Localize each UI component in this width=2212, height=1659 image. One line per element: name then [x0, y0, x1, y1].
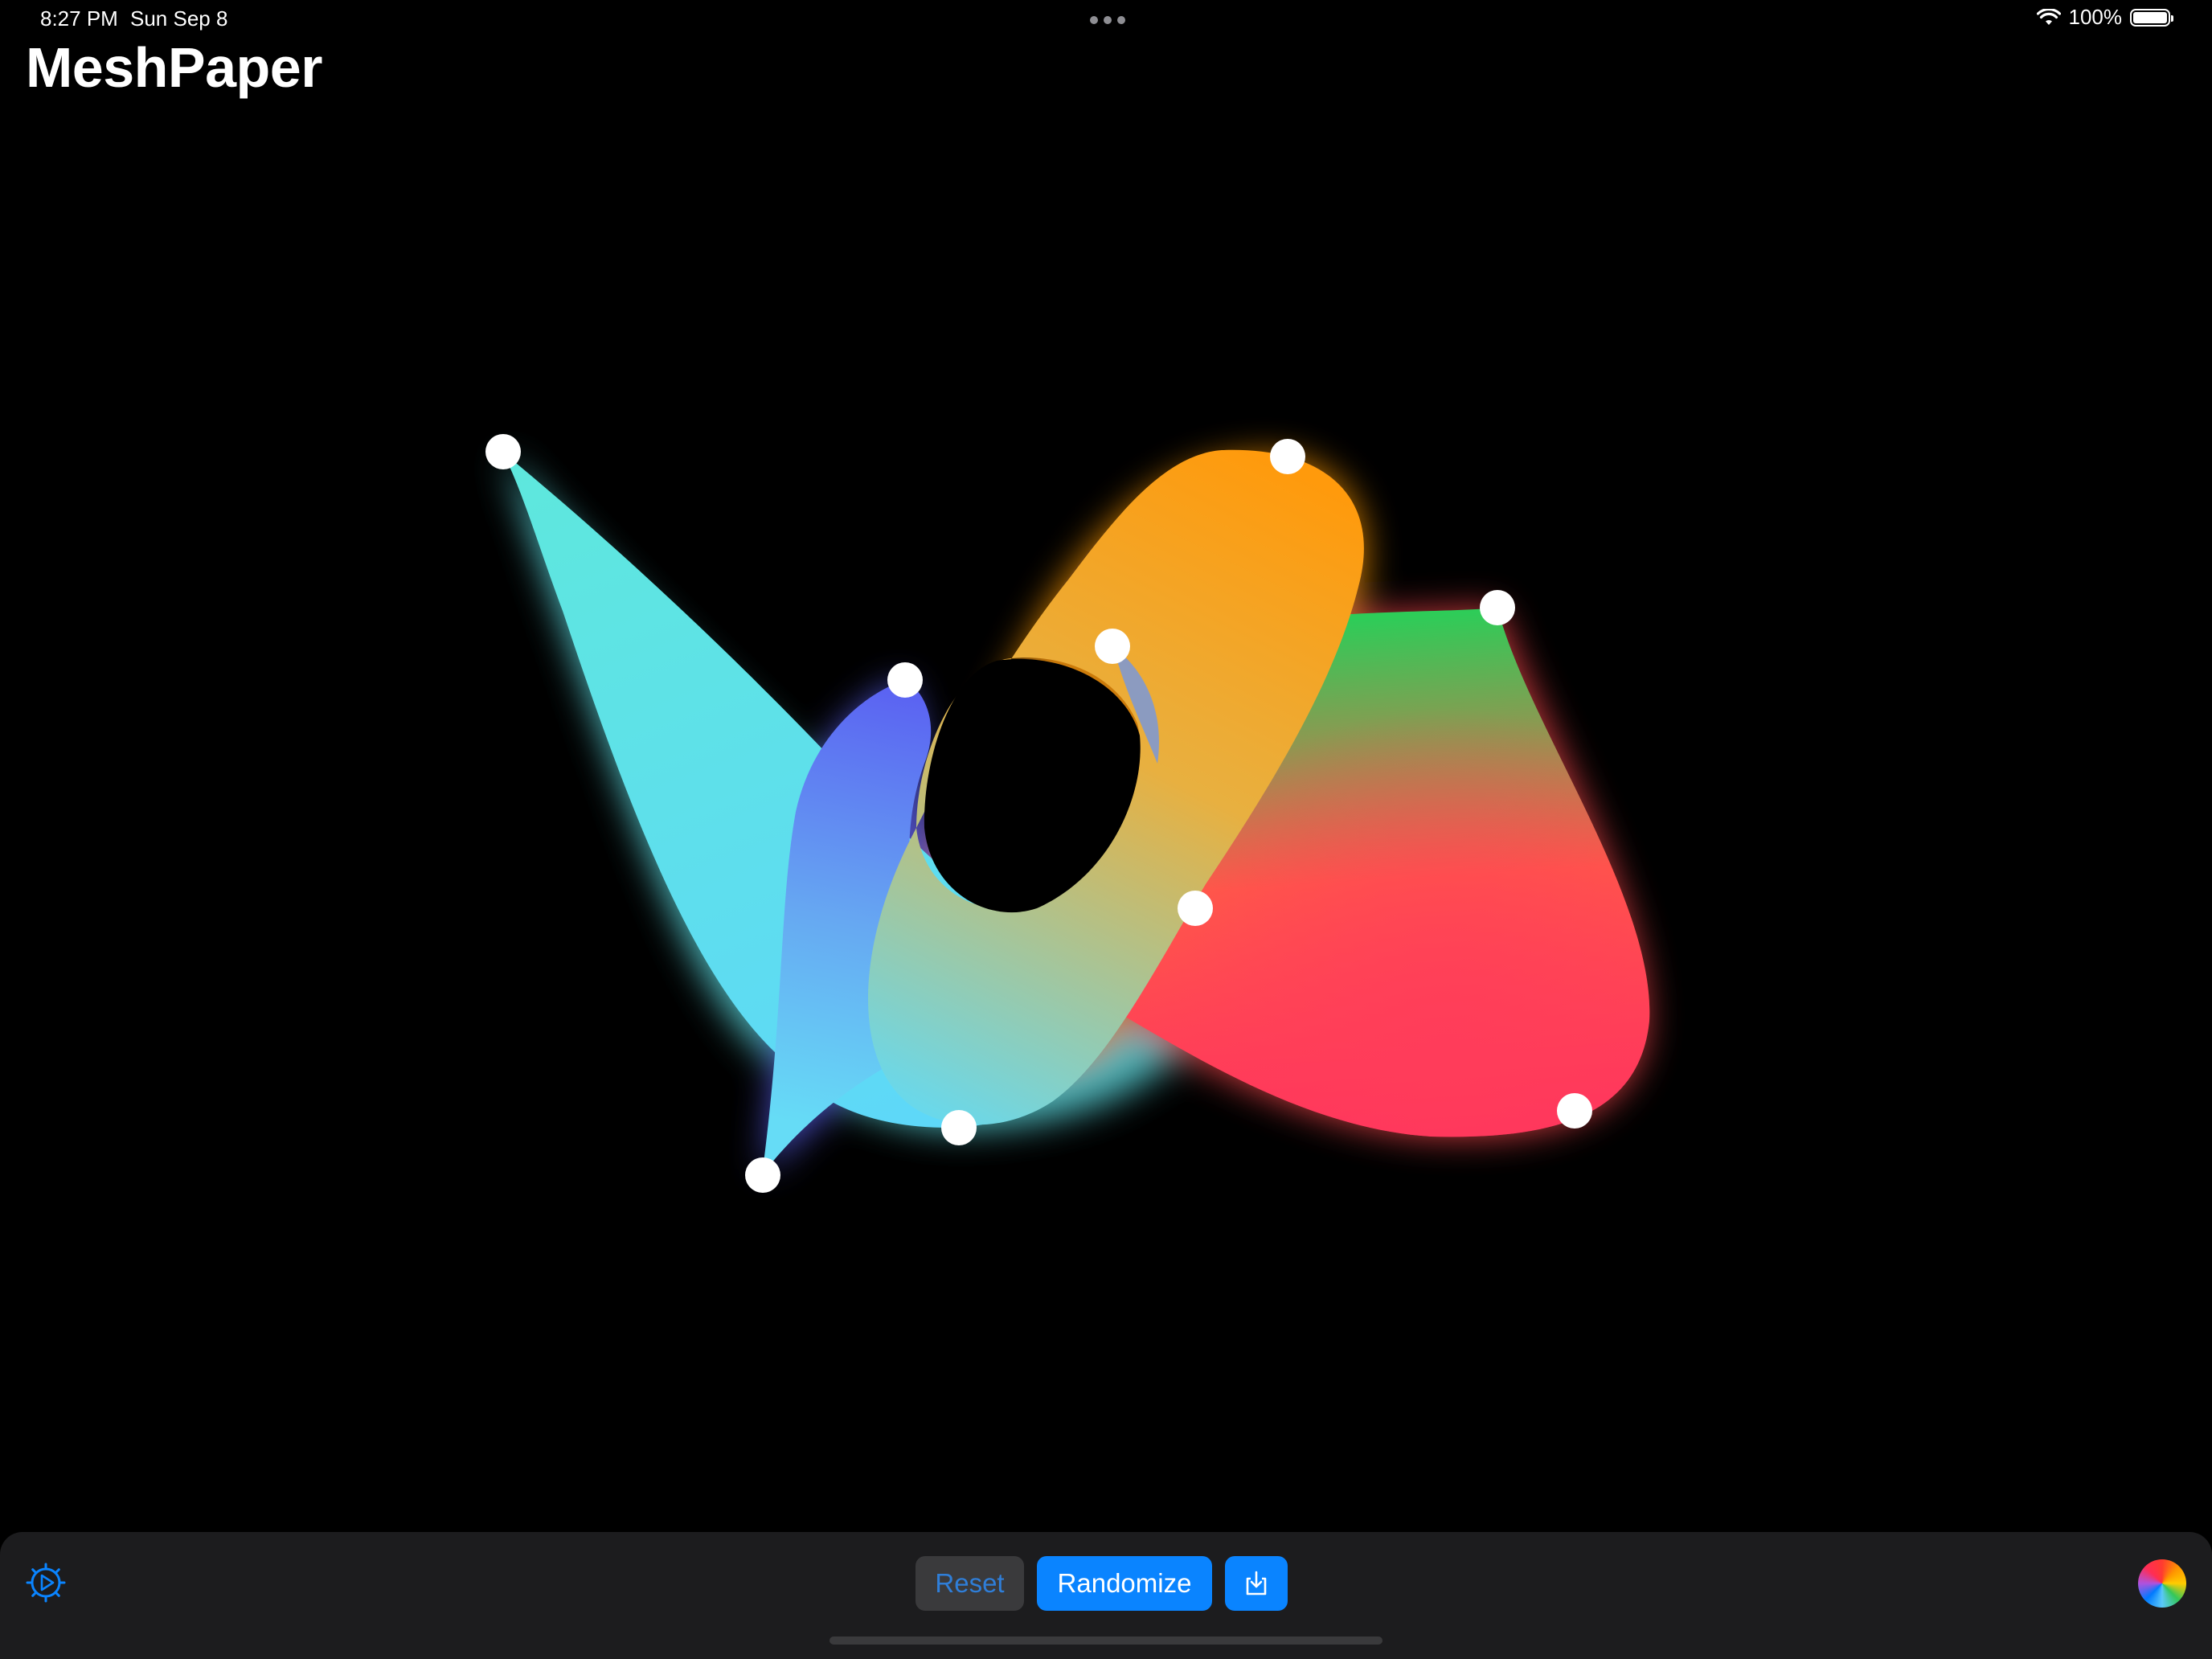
export-icon [1246, 1571, 1267, 1596]
battery-level [2133, 11, 2167, 23]
app-root: 8:27 PM Sun Sep 8 100% MeshPaper Reset R… [0, 0, 2212, 1659]
reset-button[interactable]: Reset [916, 1556, 1024, 1611]
app-title: MeshPaper [26, 36, 322, 99]
battery-percent: 100% [2068, 5, 2123, 29]
control-point[interactable] [745, 1157, 780, 1193]
status-time: 8:27 PM [40, 6, 118, 31]
randomize-button[interactable]: Randomize [1037, 1556, 1212, 1611]
control-point[interactable] [941, 1110, 977, 1145]
status-right: 100% [2036, 5, 2173, 30]
wifi-icon [2036, 8, 2061, 25]
control-point[interactable] [1557, 1093, 1592, 1129]
battery-icon [2130, 8, 2173, 27]
control-point[interactable] [1178, 891, 1213, 926]
control-point[interactable] [1270, 439, 1305, 474]
export-button[interactable] [1225, 1556, 1288, 1611]
home-indicator [830, 1636, 1382, 1645]
control-point[interactable] [1095, 629, 1130, 664]
color-wheel-icon[interactable] [2138, 1559, 2186, 1608]
settings-gear-icon[interactable] [23, 1559, 69, 1606]
status-date: Sun Sep 8 [130, 6, 228, 31]
multitasking-dots-icon[interactable] [1090, 16, 1125, 24]
control-point[interactable] [485, 434, 521, 469]
mesh-canvas[interactable] [0, 0, 2212, 1659]
control-point[interactable] [887, 662, 923, 698]
control-point[interactable] [1480, 590, 1515, 625]
status-bar: 8:27 PM Sun Sep 8 100% [0, 0, 2212, 39]
